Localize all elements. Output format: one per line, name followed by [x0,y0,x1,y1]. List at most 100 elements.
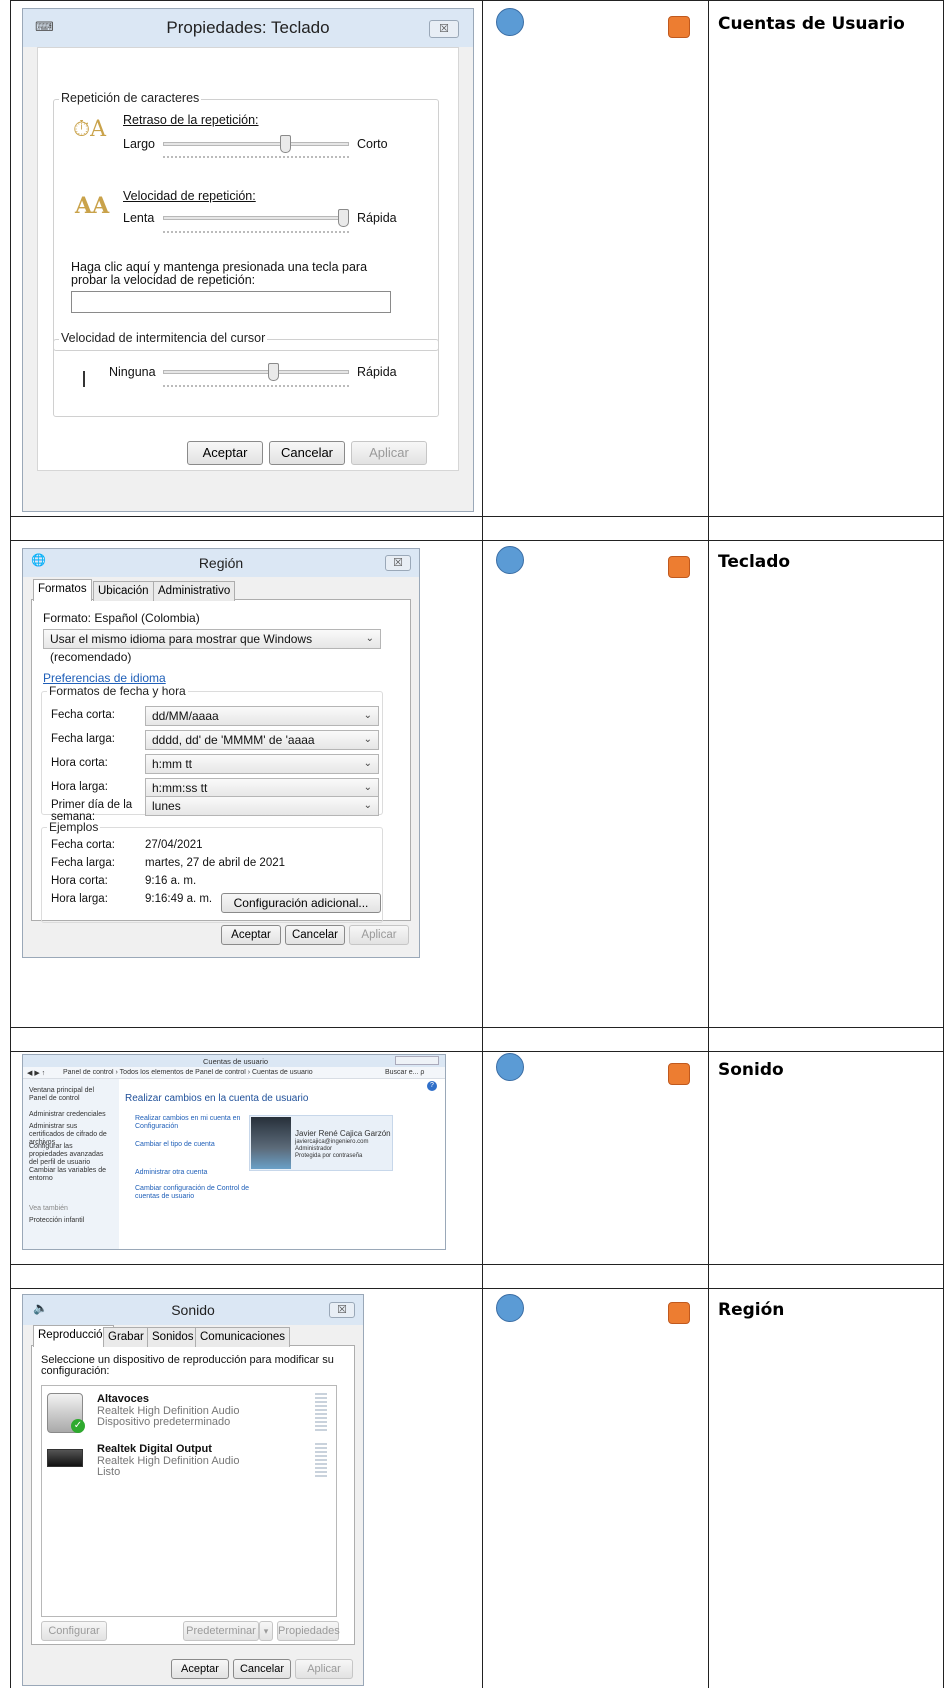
group-title: Velocidad de intermitencia del cursor [59,331,268,345]
close-icon[interactable]: ☒ [385,555,411,571]
field-label: Hora corta: [51,757,108,769]
repeat-rate-slider[interactable] [163,216,349,220]
slider-thumb[interactable] [338,209,349,227]
field-label: Fecha larga: [51,733,115,745]
blue-circle-marker[interactable] [496,1294,524,1322]
window-title: Región [23,549,419,577]
format-select[interactable]: h:mm:ss tt ⌄ [145,778,379,798]
field-label: Hora larga: [51,781,108,793]
tab-formatos[interactable]: Formatos [33,579,92,601]
volume-meter [315,1443,327,1479]
cancel-button[interactable]: Cancelar [285,925,345,945]
sidebar-item[interactable]: Administrar credenciales [29,1111,113,1119]
column-divider [482,0,483,1688]
chevron-down-icon: ⌄ [363,710,372,721]
sidebar-item[interactable]: Configurar las propiedades avanzadas del… [29,1143,113,1167]
blue-circle-marker[interactable] [496,8,524,36]
tab-grabar[interactable]: Grabar [103,1327,149,1347]
device-name[interactable]: Altavoces [97,1393,149,1405]
window-title: Sonido [23,1295,363,1325]
account-link[interactable]: Cambiar el tipo de cuenta [135,1141,215,1148]
slider-thumb[interactable] [268,363,279,381]
group-title: Formatos de fecha y hora [47,684,188,698]
tab-sonidos[interactable]: Sonidos [147,1327,199,1347]
search-input[interactable]: Buscar e... ρ [385,1069,424,1076]
slider-min-label: Largo [123,137,155,151]
format-select[interactable]: lunes ⌄ [145,796,379,816]
format-select[interactable]: Usar el mismo idioma para mostrar que Wi… [43,629,381,664]
region-window: Región 🌐 ☒ Formatos Ubicación Administra… [22,548,420,958]
device-name[interactable]: Realtek Digital Output [97,1443,212,1455]
cursor-blink-slider[interactable] [163,370,349,374]
user-email: javiercajica@ingeniero.com [295,1139,369,1145]
example-label: Hora corta: [51,875,108,887]
slider-max-label: Rápida [357,365,397,379]
cancel-button[interactable]: Cancelar [233,1659,291,1679]
example-value: 27/04/2021 [145,839,203,851]
window-controls[interactable] [395,1056,439,1065]
apply-button[interactable]: Aplicar [349,925,409,945]
keyboard-properties-window: Propiedades: Teclado ⌨ ☒ Repetición de c… [22,8,474,512]
orange-square-marker[interactable] [668,556,690,578]
apply-button[interactable]: Aplicar [295,1659,353,1679]
user-role: Administrador [295,1146,333,1152]
apply-button[interactable]: Aplicar [351,441,427,465]
slider-thumb[interactable] [280,135,292,153]
device-status: Listo [97,1466,121,1478]
user-accounts-window: Cuentas de usuario ◀ ▶ ↑ Panel de contro… [22,1054,446,1250]
configure-button[interactable]: Configurar [41,1621,107,1641]
properties-button[interactable]: Propiedades [277,1621,340,1641]
repeat-rate-icon: AA [75,193,110,219]
speaker-icon: 🔈 [33,1301,48,1315]
repeat-test-input[interactable] [71,291,391,313]
blue-circle-marker[interactable] [496,1053,524,1081]
chevron-down-icon: ⌄ [363,734,372,745]
nav-arrows-icon[interactable]: ◀ ▶ ↑ [27,1069,45,1077]
tab-reproduccion[interactable]: Reproducción [33,1325,114,1347]
close-icon[interactable]: ☒ [329,1302,355,1318]
row-label: Teclado [718,552,791,572]
repeat-delay-slider[interactable] [163,142,349,146]
repeat-rate-label: Velocidad de repetición: [123,189,256,203]
ok-button[interactable]: Aceptar [187,441,263,465]
ok-button[interactable]: Aceptar [171,1659,229,1679]
chevron-down-icon: ⌄ [363,758,372,769]
help-icon[interactable]: ? [427,1081,437,1091]
example-label: Fecha larga: [51,857,115,869]
example-label: Hora larga: [51,893,108,905]
tab-administrativo[interactable]: Administrativo [153,581,236,601]
repeat-delay-icon: ⏱A [73,117,107,142]
tab-comunicaciones[interactable]: Comunicaciones [195,1327,291,1347]
account-link[interactable]: Realizar cambios en mi cuenta en Configu… [135,1115,245,1131]
ok-button[interactable]: Aceptar [221,925,281,945]
chevron-down-icon: ⌄ [363,800,372,811]
select-value: dddd, dd' de 'MMMM' de 'aaaa [152,733,315,747]
orange-square-marker[interactable] [668,16,690,38]
close-icon[interactable]: ☒ [429,20,459,38]
tab-ubicacion[interactable]: Ubicación [93,581,154,601]
row-divider [10,540,944,541]
orange-square-marker[interactable] [668,1302,690,1324]
cancel-button[interactable]: Cancelar [269,441,345,465]
additional-settings-button[interactable]: Configuración adicional... [221,893,381,913]
volume-meter [315,1393,327,1433]
format-select[interactable]: dd/MM/aaaa ⌄ [145,706,379,726]
account-link[interactable]: Cambiar configuración de Control de cuen… [135,1185,255,1201]
set-default-button[interactable]: Predeterminar [183,1621,259,1641]
slider-ticks [163,231,349,235]
chevron-down-icon[interactable]: ▾ [259,1621,273,1641]
orange-square-marker[interactable] [668,1063,690,1085]
account-link[interactable]: Administrar otra cuenta [135,1169,207,1176]
sidebar-item[interactable]: Ventana principal del Panel de control [29,1087,113,1103]
window-title: Cuentas de usuario [203,1057,269,1066]
row-divider [10,516,944,517]
language-preferences-link[interactable]: Preferencias de idioma [43,671,166,685]
format-select[interactable]: h:mm tt ⌄ [145,754,379,774]
blue-circle-marker[interactable] [496,546,524,574]
device-status: Dispositivo predeterminado [97,1416,231,1428]
parental-controls-link[interactable]: Protección infantil [29,1217,84,1224]
breadcrumb[interactable]: Panel de control › Todos los elementos d… [63,1069,353,1076]
sidebar-item[interactable]: Cambiar las variables de entorno [29,1167,113,1183]
row-divider [10,1051,944,1052]
format-select[interactable]: dddd, dd' de 'MMMM' de 'aaaa ⌄ [145,730,379,750]
